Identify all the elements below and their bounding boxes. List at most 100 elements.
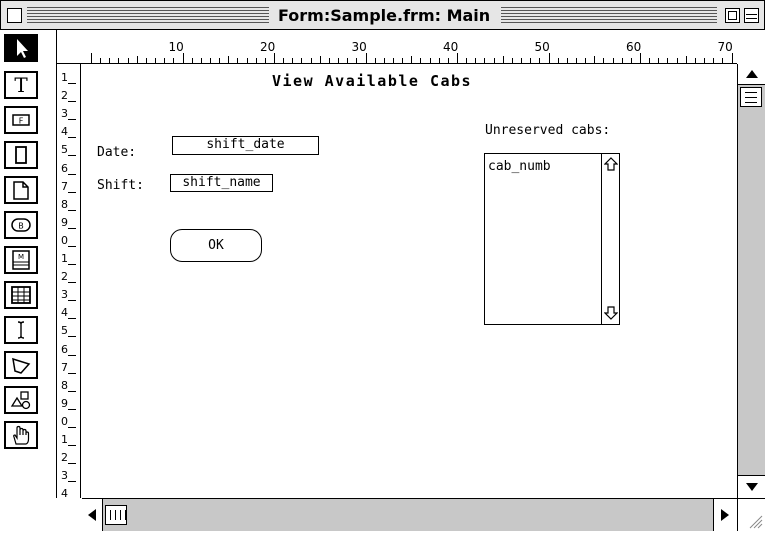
ruler-tick [539,58,541,63]
ruler-label: 9 [61,215,68,229]
vertical-scrollbar[interactable] [737,64,765,498]
ruler-tick [68,426,76,428]
ruler-label: 1 [61,71,68,84]
form-title[interactable]: View Available Cabs [272,72,472,90]
ruler-tick [145,58,147,63]
ruler-tick [301,58,303,63]
scroll-left-button[interactable] [82,499,102,531]
ruler-tick [68,336,76,338]
ruler-tick [392,58,394,63]
table-tool-icon[interactable] [4,281,38,309]
shift-label[interactable]: Shift: [97,178,144,193]
window-title-bar[interactable]: Form:Sample.frm: Main [0,0,765,30]
ruler-label: 1 [61,252,68,265]
ruler-tick [68,191,76,193]
scroll-down-arrow-icon[interactable] [602,304,619,322]
ruler-tick [68,101,76,103]
vertical-ruler: 1 2 3 4 5 6 7 8 9 0 1 2 3 4 5 6 7 8 9 0 1 2 3 4 [57,64,81,498]
page-tool-icon[interactable] [4,176,38,204]
vertical-scroll-thumb[interactable] [740,87,762,107]
ruler-tick [246,58,248,63]
ruler-tick [68,155,76,157]
ruler-label: 9 [61,396,68,410]
ruler-tick [466,58,468,63]
ruler-tick [356,58,358,63]
ruler-tick [338,58,340,63]
scroll-up-button[interactable] [738,64,765,84]
ruler-label: 3 [61,288,68,302]
list-item[interactable]: cab_numb [488,159,551,174]
menu-tool-icon[interactable]: M [4,246,38,274]
collapse-box-button[interactable] [744,8,759,23]
ruler-tick [68,354,76,356]
date-field[interactable]: shift_date [172,136,319,155]
field-tool-icon[interactable]: F [4,106,38,134]
ruler-label: 50 [534,40,550,54]
arrow-pointer-icon[interactable] [4,34,38,62]
ruler-tick [68,83,76,84]
ruler-tick [420,58,422,63]
ruler-label: 3 [61,469,68,483]
ruler-tick [557,58,559,63]
vertical-scroll-track[interactable] [738,84,765,476]
form-canvas[interactable]: View Available Cabs Date: shift_date Shi… [82,64,737,498]
title-bar-stripes-left [27,7,269,24]
ruler-tick [109,58,111,63]
close-box-button[interactable] [7,8,22,23]
ruler-tick [68,408,76,410]
scroll-up-arrow-icon[interactable] [602,155,619,173]
unreserved-cabs-label[interactable]: Unreserved cabs: [485,123,610,138]
zoom-box-button[interactable] [725,8,740,23]
horizontal-scroll-thumb[interactable] [105,505,127,525]
ruler-tick [68,264,76,265]
ruler-tick [548,53,550,63]
ruler-tick [68,390,76,392]
ruler-tick [502,56,504,63]
cab-list[interactable]: cab_numb [484,153,620,325]
ruler-tick [200,58,202,63]
ruler-tick [374,58,376,63]
hand-tool-icon[interactable] [4,421,38,449]
ruler-tick [283,58,285,63]
ruler-tick [182,53,184,63]
ruler-tick [264,58,266,63]
ruler-label: 4 [61,125,68,139]
ok-button[interactable]: OK [170,229,262,262]
ruler-tick [640,53,641,63]
ruler-tick [237,58,239,63]
svg-text:F: F [19,117,24,126]
rectangle-tool-icon[interactable] [4,141,38,169]
tool-palette: T F B M [0,30,57,498]
ruler-tick [575,58,577,63]
ruler-tick [255,58,257,63]
scroll-down-button[interactable] [738,476,765,498]
ruler-tick [310,58,312,63]
shapes-tool-icon[interactable] [4,386,38,414]
cab-list-scrollbar[interactable] [601,154,619,324]
ruler-tick [127,58,129,63]
resize-grip[interactable] [737,498,765,531]
ruler-tick [365,53,367,63]
text-tool-icon[interactable]: T [4,71,38,99]
scroll-right-button[interactable] [714,499,736,531]
ruler-tick [68,372,76,374]
horizontal-scroll-track[interactable] [102,499,714,531]
ruler-tick [191,58,193,63]
ruler-tick [68,209,76,211]
horizontal-scrollbar[interactable] [82,498,737,531]
shift-field[interactable]: shift_name [170,174,273,192]
ruler-tick [292,58,294,63]
ibeam-tool-icon[interactable] [4,316,38,344]
ruler-tick [731,53,733,63]
title-bar-stripes-right [501,7,717,24]
horizontal-ruler: 10 20 30 40 50 60 70 [57,30,737,64]
ruler-tick [100,58,102,63]
date-label[interactable]: Date: [97,145,136,160]
button-tool-icon[interactable]: B [4,211,38,239]
right-triangle-icon [721,509,729,521]
polygon-tool-icon[interactable] [4,351,38,379]
ruler-tick [155,58,157,63]
ruler-label: 30 [351,40,367,54]
ruler-tick [658,58,660,63]
ruler-tick [383,58,385,63]
